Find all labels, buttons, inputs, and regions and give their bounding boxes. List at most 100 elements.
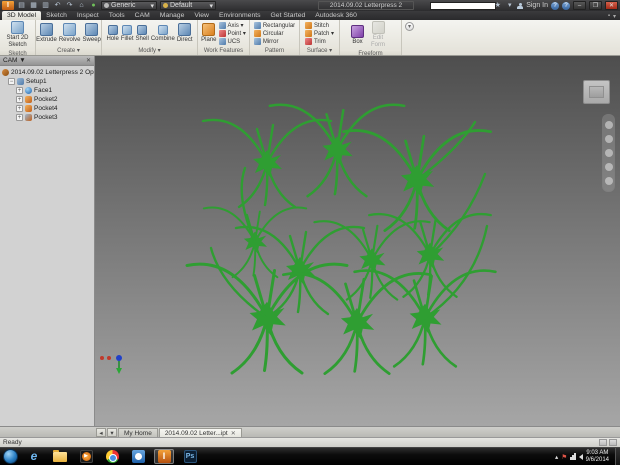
open-icon[interactable]: ▦ <box>29 2 38 10</box>
material-dropdown[interactable]: Generic ▾ <box>101 1 157 10</box>
tree-item-pocket3[interactable]: + Pocket3 <box>2 113 94 122</box>
tree-item-face1[interactable]: + Face1 <box>2 86 94 95</box>
appearance-dropdown[interactable]: Default ▾ <box>160 1 216 10</box>
tab-cam[interactable]: CAM <box>130 11 155 20</box>
ucs-button[interactable]: UCS <box>219 38 246 45</box>
plane-button[interactable]: Plane <box>201 23 216 44</box>
tab-document[interactable]: 2014.09.02 Letter...ipt ✕ <box>159 428 242 437</box>
close-button[interactable]: ✕ <box>605 1 618 10</box>
pattern-group-label[interactable]: Pattern <box>250 47 299 55</box>
taskbar-inventor[interactable]: I <box>154 449 174 464</box>
start-button[interactable] <box>3 449 18 464</box>
ribbon-options-icon[interactable]: ▾ <box>405 22 414 31</box>
viewcube[interactable] <box>583 80 610 104</box>
trim-button[interactable]: Trim <box>305 38 334 45</box>
show-desktop-button[interactable] <box>615 448 620 465</box>
expand-icon[interactable]: + <box>16 87 23 94</box>
ribbon-appearance-icon[interactable]: ▪ <box>608 13 610 20</box>
zoom-icon[interactable] <box>605 149 613 157</box>
browser-close-icon[interactable]: ✕ <box>86 57 91 64</box>
expand-icon[interactable]: + <box>16 96 23 103</box>
stitch-button[interactable]: Stitch <box>305 22 334 29</box>
status-option-icon[interactable] <box>599 439 607 446</box>
application-menu-button[interactable]: I <box>2 1 14 10</box>
create-group-label[interactable]: Create ▾ <box>36 47 101 55</box>
tab-sketch[interactable]: Sketch <box>41 11 72 20</box>
modify-group-label[interactable]: Modify ▾ <box>102 47 197 55</box>
tab-autodesk-360[interactable]: Autodesk 360 <box>310 11 362 20</box>
network-icon[interactable] <box>570 453 576 460</box>
navigation-wheel-icon[interactable] <box>605 121 613 129</box>
fillet-button[interactable]: Fillet <box>121 25 134 43</box>
tree-item-pocket4[interactable]: + Pocket4 <box>2 104 94 113</box>
direct-button[interactable]: Direct <box>177 23 193 44</box>
ribbon-minimize-icon[interactable]: ▾ <box>613 13 616 20</box>
tab-inspect[interactable]: Inspect <box>72 11 104 20</box>
surface-group-label[interactable]: Surface ▾ <box>300 47 339 55</box>
sign-in-link[interactable]: Sign In <box>526 2 548 9</box>
box-button[interactable]: Box <box>351 25 364 46</box>
combine-button[interactable]: Combine <box>151 25 175 43</box>
patch-button[interactable]: Patch ▾ <box>305 30 334 37</box>
tab-tools[interactable]: Tools <box>104 11 130 20</box>
tree-root-operations[interactable]: 2014.09.02 Letterpress 2 Operation(s) <box>2 68 94 77</box>
edit-form-button[interactable]: Edit Form <box>366 21 390 49</box>
tab-close-icon[interactable]: ✕ <box>231 430 236 437</box>
tab-view[interactable]: View <box>189 11 214 20</box>
taskbar-media-player[interactable]: ▶ <box>76 449 96 464</box>
mirror-button[interactable]: Mirror <box>254 38 295 45</box>
volume-icon[interactable] <box>579 454 583 460</box>
tab-manage[interactable]: Manage <box>155 11 190 20</box>
show-hidden-icons[interactable]: ▴ <box>555 453 558 461</box>
expand-icon[interactable]: + <box>16 114 23 121</box>
search-input[interactable] <box>430 2 496 10</box>
sweep-button[interactable]: Sweep <box>83 23 101 44</box>
undo-icon[interactable]: ↶ <box>53 2 62 10</box>
save-icon[interactable]: ▥ <box>41 2 50 10</box>
expand-icon[interactable]: + <box>16 105 23 112</box>
minimize-button[interactable]: – <box>573 1 586 10</box>
favorites-dropdown-icon[interactable]: ▾ <box>505 2 514 10</box>
appearance-sphere-icon[interactable]: ● <box>89 2 98 10</box>
work-features-group-label[interactable]: Work Features <box>198 47 249 55</box>
pan-icon[interactable] <box>605 135 613 143</box>
start-2d-sketch-button[interactable]: Start 2D Sketch <box>2 21 34 49</box>
search-icon[interactable]: ★ <box>493 2 502 10</box>
status-option-icon[interactable] <box>609 439 617 446</box>
browser-panel-header[interactable]: CAM ▼ ✕ <box>0 56 94 66</box>
extrude-button[interactable]: Extrude <box>36 23 57 44</box>
circular-pattern-button[interactable]: Circular <box>254 30 295 37</box>
redo-icon[interactable]: ↷ <box>65 2 74 10</box>
taskbar-internet-explorer[interactable]: e <box>24 449 44 464</box>
orbit-icon[interactable] <box>605 163 613 171</box>
new-icon[interactable]: ▤ <box>17 2 26 10</box>
tab-get-started[interactable]: Get Started <box>266 11 311 20</box>
taskbar-outlook[interactable] <box>128 449 148 464</box>
tree-item-pocket2[interactable]: + Pocket2 <box>2 95 94 104</box>
action-center-icon[interactable]: ⚑ <box>561 453 567 461</box>
tab-my-home[interactable]: My Home <box>118 428 158 437</box>
graphics-viewport[interactable] <box>95 56 620 426</box>
point-button[interactable]: Point ▾ <box>219 30 246 37</box>
collapse-icon[interactable]: − <box>8 78 15 85</box>
axis-button[interactable]: Axis ▾ <box>219 22 246 29</box>
taskbar-photoshop[interactable]: Ps <box>180 449 200 464</box>
freeform-group-label[interactable]: Freeform <box>340 50 401 55</box>
taskbar-chrome[interactable] <box>102 449 122 464</box>
taskbar-file-explorer[interactable] <box>50 449 70 464</box>
help-icon[interactable]: ? <box>551 2 559 10</box>
tab-environments[interactable]: Environments <box>214 11 266 20</box>
hole-button[interactable]: Hole <box>106 25 118 43</box>
letterpress-model[interactable] <box>95 56 620 426</box>
tree-item-setup1[interactable]: − Setup1 <box>2 77 94 86</box>
look-at-icon[interactable] <box>605 177 613 185</box>
info-icon[interactable]: ? <box>562 2 570 10</box>
rectangular-pattern-button[interactable]: Rectangular <box>254 22 295 29</box>
home-icon[interactable]: ⌂ <box>77 2 86 10</box>
taskbar-clock[interactable]: 9:03 AM 9/6/2014 <box>586 450 612 464</box>
shell-button[interactable]: Shell <box>135 25 148 43</box>
sketch-group-label[interactable]: Sketch <box>0 50 35 55</box>
doc-tab-list-icon[interactable]: ▾ <box>107 428 117 437</box>
maximize-button[interactable]: ❐ <box>589 1 602 10</box>
revolve-button[interactable]: Revolve <box>59 23 81 44</box>
